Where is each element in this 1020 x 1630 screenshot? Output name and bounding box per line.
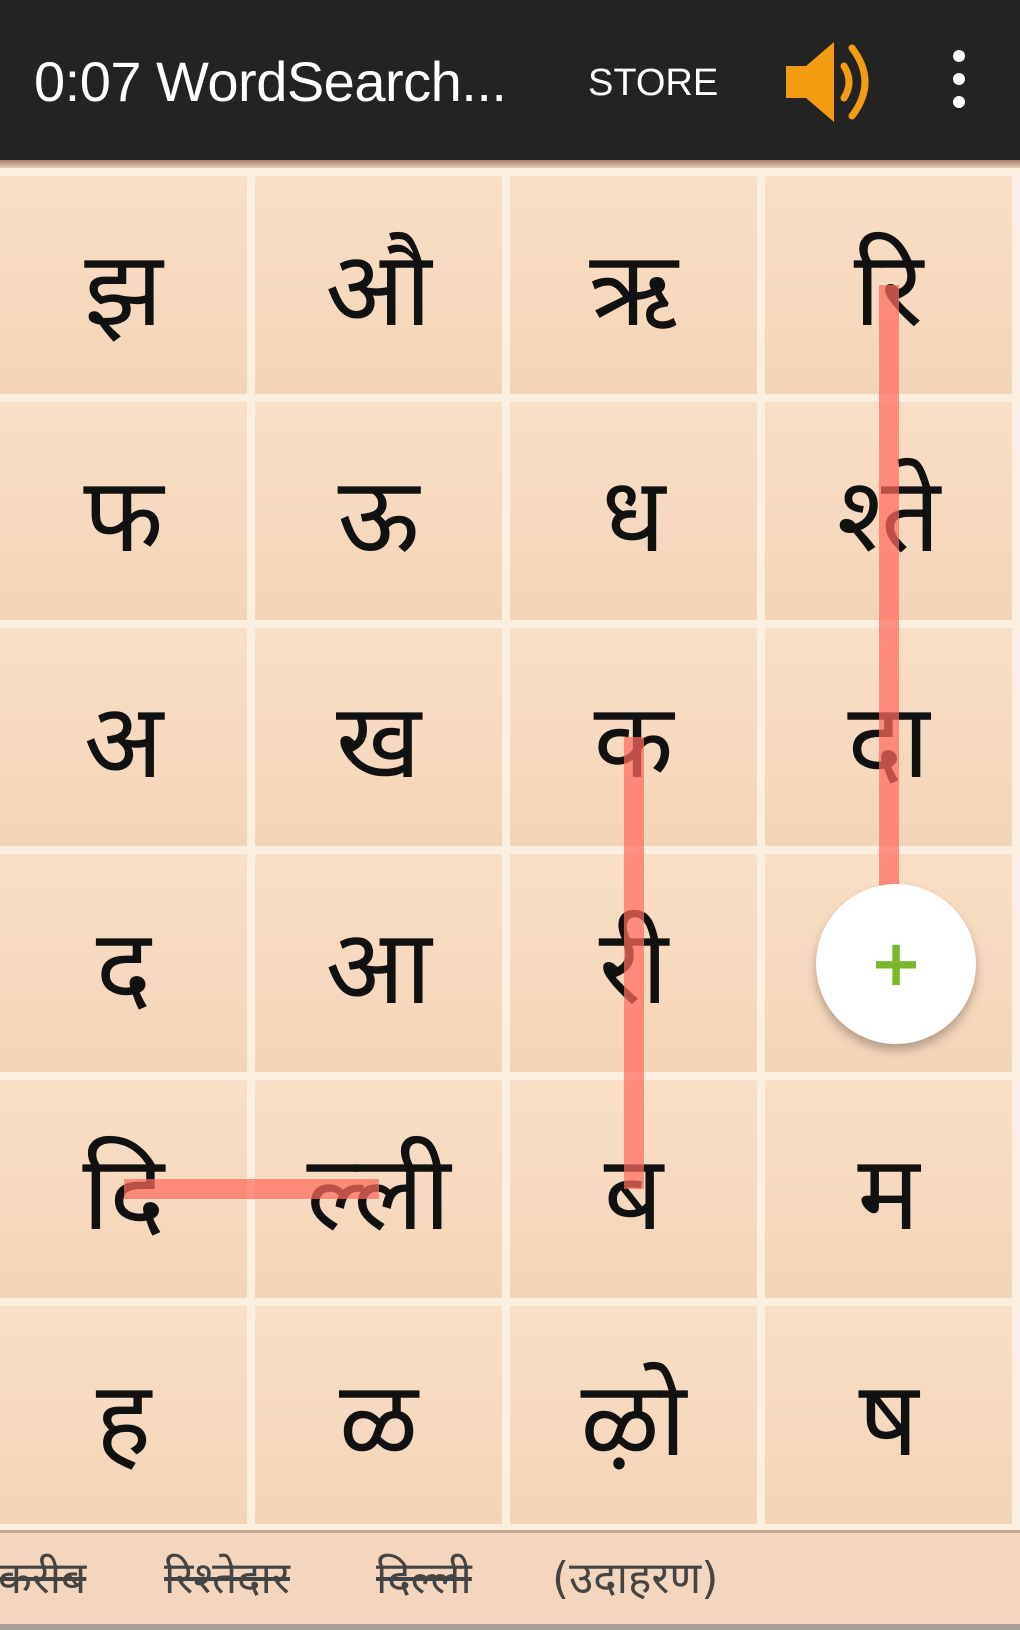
letter-grid: झ औ ऋ रि फ ऊ ध श्ते अ ख क दा द आ री दि ल्ली ब म ह ळ ऴो ष [0, 168, 1020, 1530]
grid-cell[interactable]: फ [0, 402, 247, 620]
grid-cell[interactable]: ऋ [510, 176, 757, 394]
store-button[interactable]: STORE [588, 58, 718, 108]
grid-cell[interactable]: झ [0, 176, 247, 394]
grid-cell[interactable]: ह [0, 1306, 247, 1524]
grid-cell[interactable]: श्ते [765, 402, 1012, 620]
app-bar-shadow [0, 160, 1020, 168]
grid-cell[interactable]: म [765, 1080, 1012, 1298]
grid-cell[interactable]: दि [0, 1080, 247, 1298]
word-item: करीब [0, 1553, 87, 1604]
grid-cell[interactable]: ष [765, 1306, 1012, 1524]
word-item: (उदाहरण) [552, 1553, 719, 1604]
word-search-screen: 0:07 WordSearch... STORE झ औ ऋ रि फ ऊ ध श्ते अ ख क… [0, 0, 1020, 1630]
grid-cell[interactable]: दा [765, 628, 1012, 846]
word-item: दिल्ली [376, 1553, 472, 1604]
word-list: करीब रिश्तेदार दिल्ली (उदाहरण) [0, 1530, 1020, 1630]
grid-cell[interactable]: रि [765, 176, 1012, 394]
grid-cell[interactable]: द [0, 854, 247, 1072]
grid-cell[interactable]: अ [0, 628, 247, 846]
grid-cell[interactable]: ल्ली [255, 1080, 502, 1298]
grid-cell[interactable]: ध [510, 402, 757, 620]
grid-cell[interactable]: औ [255, 176, 502, 394]
overflow-menu-icon[interactable] [944, 50, 974, 120]
add-button[interactable]: + [816, 884, 976, 1044]
bottom-edge [0, 1624, 1020, 1630]
app-bar: 0:07 WordSearch... STORE [0, 0, 1020, 160]
grid-cell[interactable]: क [510, 628, 757, 846]
timer-title: 0:07 WordSearch... [34, 50, 507, 113]
grid-cell[interactable]: ऴो [510, 1306, 757, 1524]
grid-cell[interactable]: आ [255, 854, 502, 1072]
speaker-on-icon[interactable] [782, 36, 878, 128]
word-item: रिश्तेदार [164, 1553, 290, 1604]
plus-icon: + [869, 927, 923, 1001]
grid-cell[interactable]: ख [255, 628, 502, 846]
grid-cell[interactable]: ऊ [255, 402, 502, 620]
grid-cell[interactable]: ळ [255, 1306, 502, 1524]
grid-cell[interactable]: री [510, 854, 757, 1072]
grid-cell[interactable]: ब [510, 1080, 757, 1298]
